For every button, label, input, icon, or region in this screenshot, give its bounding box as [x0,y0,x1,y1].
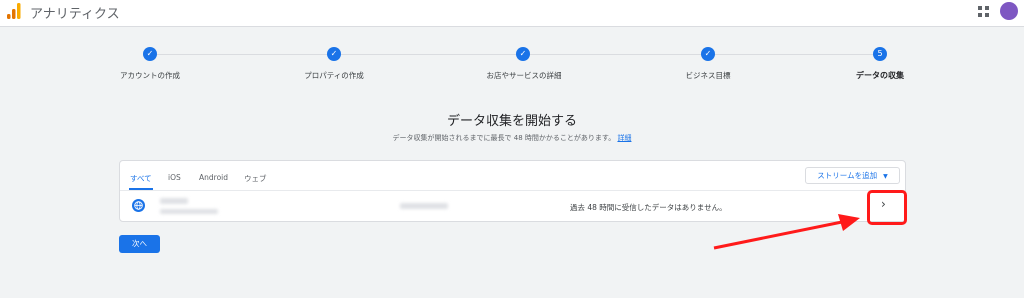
step-label-business-goals: ビジネス目標 [685,71,731,80]
highlight-box [867,190,907,225]
tab-web[interactable]: ウェブ [244,173,267,184]
page-subtitle: データ収集が開始されるまでに最長で 48 時間かかることがあります。 詳細 [0,133,1024,143]
step-label-data-collection: データの収集 [856,71,904,80]
analytics-logo-icon [7,3,21,19]
stream-name-redacted [160,198,188,204]
page-title: データ収集を開始する [446,114,577,129]
step-label-account: アカウントの作成 [120,71,180,80]
tab-android[interactable]: Android [199,173,228,182]
apps-grid-icon[interactable] [978,6,989,17]
stream-id-redacted [400,203,448,209]
subtitle-text: データ収集が開始されるまでに最長で 48 時間かかることがあります。 [392,134,616,142]
tabs-divider [120,190,905,191]
step-2-check-icon: ✓ [327,47,341,61]
stepper-track [150,54,878,55]
step-5-number-badge: 5 [873,47,887,61]
stream-url-redacted [160,209,218,214]
app-title: アナリティクス [30,7,120,22]
step-label-business-details: お店やサービスの詳細 [486,71,562,80]
dropdown-caret-icon: ▼ [883,173,888,180]
next-button[interactable]: 次へ [119,235,160,253]
tab-ios[interactable]: iOS [168,173,181,182]
add-stream-label: ストリームを追加 [817,171,878,180]
step-3-check-icon: ✓ [516,47,530,61]
add-stream-button[interactable]: ストリームを追加 ▼ [805,167,900,184]
step-label-property: プロパティの作成 [304,71,364,80]
step-4-check-icon: ✓ [701,47,715,61]
details-link[interactable]: 詳細 [617,134,631,142]
user-avatar[interactable] [1000,2,1018,20]
step-1-check-icon: ✓ [143,47,157,61]
tab-all[interactable]: すべて [130,173,152,184]
globe-icon [132,199,145,212]
data-streams-card: すべて iOS Android ウェブ ストリームを追加 ▼ 過去 48 時間に受… [119,160,906,222]
stream-status-text: 過去 48 時間に受信したデータはありません。 [570,203,727,212]
top-app-bar: アナリティクス [0,0,1024,27]
annotation-arrow-icon [713,214,860,250]
